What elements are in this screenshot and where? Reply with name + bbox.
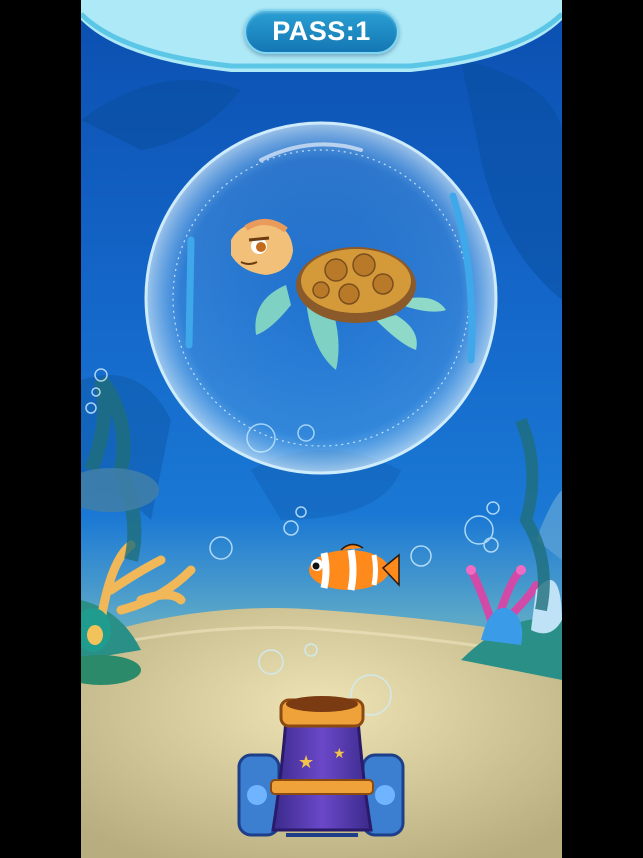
svg-text:★: ★: [298, 752, 314, 773]
pass-counter-label: PASS:1: [272, 16, 371, 46]
game-viewport[interactable]: ★ ★ PASS:1: [81, 0, 562, 858]
pass-counter-badge: PASS:1: [244, 9, 399, 54]
svg-text:★: ★: [333, 746, 346, 762]
scene: ★ ★: [81, 0, 562, 858]
